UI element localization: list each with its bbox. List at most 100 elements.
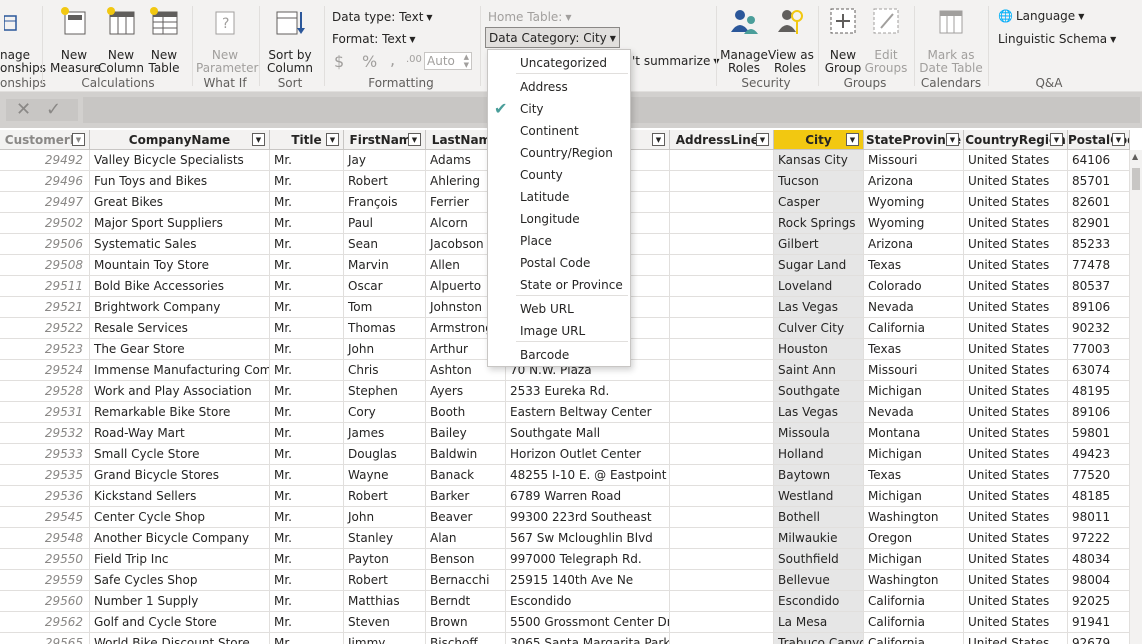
manage-roles-button[interactable]: Manage Roles [720, 6, 768, 75]
new-column-button[interactable]: New Column [98, 6, 144, 75]
group-label-groups: Groups [843, 76, 887, 90]
table-row[interactable]: 29565 World Bike Discount Store Mr. Jimmy Bi… [0, 633, 1130, 644]
cell-title: Mr. [270, 381, 344, 402]
menu-item-uncategorized[interactable]: Uncategorized [488, 52, 630, 74]
cell-state: Texas [864, 465, 964, 486]
column-header-first[interactable]: FirstName ▼ [344, 130, 426, 150]
commit-icon[interactable]: ✓ [46, 99, 61, 121]
table-row[interactable]: 29559 Safe Cycles Shop Mr. Robert Bernacchi 2… [0, 570, 1130, 591]
cell-postal: 80537 [1068, 276, 1130, 297]
currency-button[interactable]: $ [334, 52, 344, 71]
filter-dropdown-icon[interactable]: ▼ [72, 133, 85, 146]
table-row[interactable]: 29531 Remarkable Bike Store Mr. Cory Booth Ea… [0, 402, 1130, 423]
sort-by-column-button[interactable]: Sort by Column [262, 6, 318, 75]
cell-last: Beaver [426, 507, 506, 528]
column-header-id[interactable]: CustomerID ▼ [0, 130, 90, 150]
new-table-button[interactable]: New Table [144, 6, 184, 75]
menu-item-country-region[interactable]: Country/Region [488, 142, 630, 164]
menu-item-city[interactable]: ✔ City [488, 98, 630, 120]
filter-dropdown-icon[interactable]: ▼ [946, 133, 959, 146]
menu-item-longitude[interactable]: Longitude [488, 208, 630, 230]
menu-item-web-url[interactable]: Web URL [488, 298, 630, 320]
menu-item-barcode[interactable]: Barcode [488, 344, 630, 366]
format-dropdown[interactable]: Format: Text ▼ [332, 32, 416, 46]
home-table-dropdown[interactable]: Home Table: ▼ [488, 10, 571, 24]
scroll-up-icon[interactable]: ▲ [1132, 152, 1138, 161]
cell-id: 29559 [0, 570, 90, 591]
column-header-state[interactable]: StateProvince ▼ [864, 130, 964, 150]
menu-item-address[interactable]: Address [488, 76, 630, 98]
cell-postal: 89106 [1068, 297, 1130, 318]
menu-item-county[interactable]: County [488, 164, 630, 186]
column-header-country[interactable]: CountryRegion ▼ [964, 130, 1068, 150]
filter-dropdown-icon[interactable]: ▼ [408, 133, 421, 146]
cell-postal: 85233 [1068, 234, 1130, 255]
decimal-button[interactable]: .00 [406, 54, 422, 65]
column-header-city[interactable]: City ▼ [774, 130, 864, 150]
menu-item-latitude[interactable]: Latitude [488, 186, 630, 208]
table-row[interactable]: 29550 Field Trip Inc Mr. Payton Benson 997000… [0, 549, 1130, 570]
cancel-icon[interactable]: ✕ [16, 99, 31, 121]
vertical-scrollbar[interactable]: ▲ [1130, 150, 1142, 644]
cell-country: United States [964, 633, 1068, 644]
cell-id: 29497 [0, 192, 90, 213]
cell-state: California [864, 318, 964, 339]
filter-dropdown-icon[interactable]: ▼ [326, 133, 339, 146]
menu-item-postal-code[interactable]: Postal Code [488, 252, 630, 274]
chevron-down-icon: ▼ [1078, 12, 1085, 21]
cell-city: Holland [774, 444, 864, 465]
menu-item-label: State or Province [520, 278, 623, 292]
manage-relationships-button[interactable]: nage onships [0, 6, 46, 75]
language-dropdown[interactable]: 🌐 Language ▼ [998, 9, 1084, 23]
filter-dropdown-icon[interactable]: ▼ [1112, 133, 1125, 146]
cell-city: La Mesa [774, 612, 864, 633]
table-row[interactable]: 29545 Center Cycle Shop Mr. John Beaver 99300… [0, 507, 1130, 528]
view-as-roles-button[interactable]: View as Roles [768, 6, 814, 75]
cell-city: Loveland [774, 276, 864, 297]
data-category-dropdown[interactable]: Data Category: City ▼ [485, 27, 620, 48]
table-row[interactable]: 29560 Number 1 Supply Mr. Matthias Berndt Esc… [0, 591, 1130, 612]
new-measure-button[interactable]: New Measure [50, 6, 101, 75]
table-row[interactable]: 29528 Work and Play Association Mr. Stephen… [0, 381, 1130, 402]
table-row[interactable]: 29533 Small Cycle Store Mr. Douglas Baldwin H… [0, 444, 1130, 465]
filter-dropdown-icon[interactable]: ▼ [252, 133, 265, 146]
filter-dropdown-icon[interactable]: ▼ [756, 133, 769, 146]
filter-dropdown-icon[interactable]: ▼ [652, 133, 665, 146]
mark-as-date-table-button[interactable]: Mark as Date Table [918, 6, 984, 75]
table-row[interactable]: 29532 Road-Way Mart Mr. James Bailey Southgat… [0, 423, 1130, 444]
filter-dropdown-icon[interactable]: ▼ [1050, 133, 1063, 146]
percent-button[interactable]: % [362, 52, 377, 71]
column-header-company[interactable]: CompanyName ▼ [90, 130, 270, 150]
filter-dropdown-icon[interactable]: ▼ [846, 133, 859, 146]
column-header-postal[interactable]: PostalCode▼ [1068, 130, 1130, 150]
summarize-dropdown[interactable]: 't summarize▼ [632, 54, 720, 68]
cell-company: Great Bikes [90, 192, 270, 213]
cell-first: Jay [344, 150, 426, 171]
cell-first: Steven [344, 612, 426, 633]
cell-city: Bothell [774, 507, 864, 528]
linguistic-schema-dropdown[interactable]: Linguistic Schema ▼ [998, 32, 1116, 46]
new-parameter-button[interactable]: ? New Parameter [196, 6, 258, 75]
menu-item-label: Uncategorized [520, 56, 607, 70]
menu-item-state-or-province[interactable]: State or Province [488, 274, 630, 296]
column-header-addr2[interactable]: AddressLine2 ▼ [670, 130, 774, 150]
cell-addr2 [670, 234, 774, 255]
scroll-thumb[interactable] [1132, 168, 1140, 190]
edit-groups-button[interactable]: Edit Groups [864, 6, 908, 75]
table-row[interactable]: 29548 Another Bicycle Company Mr. Stanley Al… [0, 528, 1130, 549]
table-row[interactable]: 29535 Grand Bicycle Stores Mr. Wayne Banack 4… [0, 465, 1130, 486]
table-row[interactable]: 29536 Kickstand Sellers Mr. Robert Barker 678… [0, 486, 1130, 507]
new-group-button[interactable]: New Group [822, 6, 864, 75]
data-type-dropdown[interactable]: Data type: Text ▼ [332, 10, 433, 24]
comma-button[interactable]: , [390, 50, 395, 69]
column-header-title[interactable]: Title ▼ [270, 130, 344, 150]
menu-item-place[interactable]: Place [488, 230, 630, 252]
decimal-places-input[interactable]: Auto ▲ ▼ [424, 52, 472, 70]
table-row[interactable]: 29562 Golf and Cycle Store Mr. Steven Brown 5… [0, 612, 1130, 633]
cell-city: Milwaukie [774, 528, 864, 549]
menu-item-image-url[interactable]: Image URL [488, 320, 630, 342]
menu-item-continent[interactable]: Continent [488, 120, 630, 142]
new-group-icon [830, 8, 856, 34]
cell-state: Texas [864, 339, 964, 360]
divider [42, 6, 43, 86]
